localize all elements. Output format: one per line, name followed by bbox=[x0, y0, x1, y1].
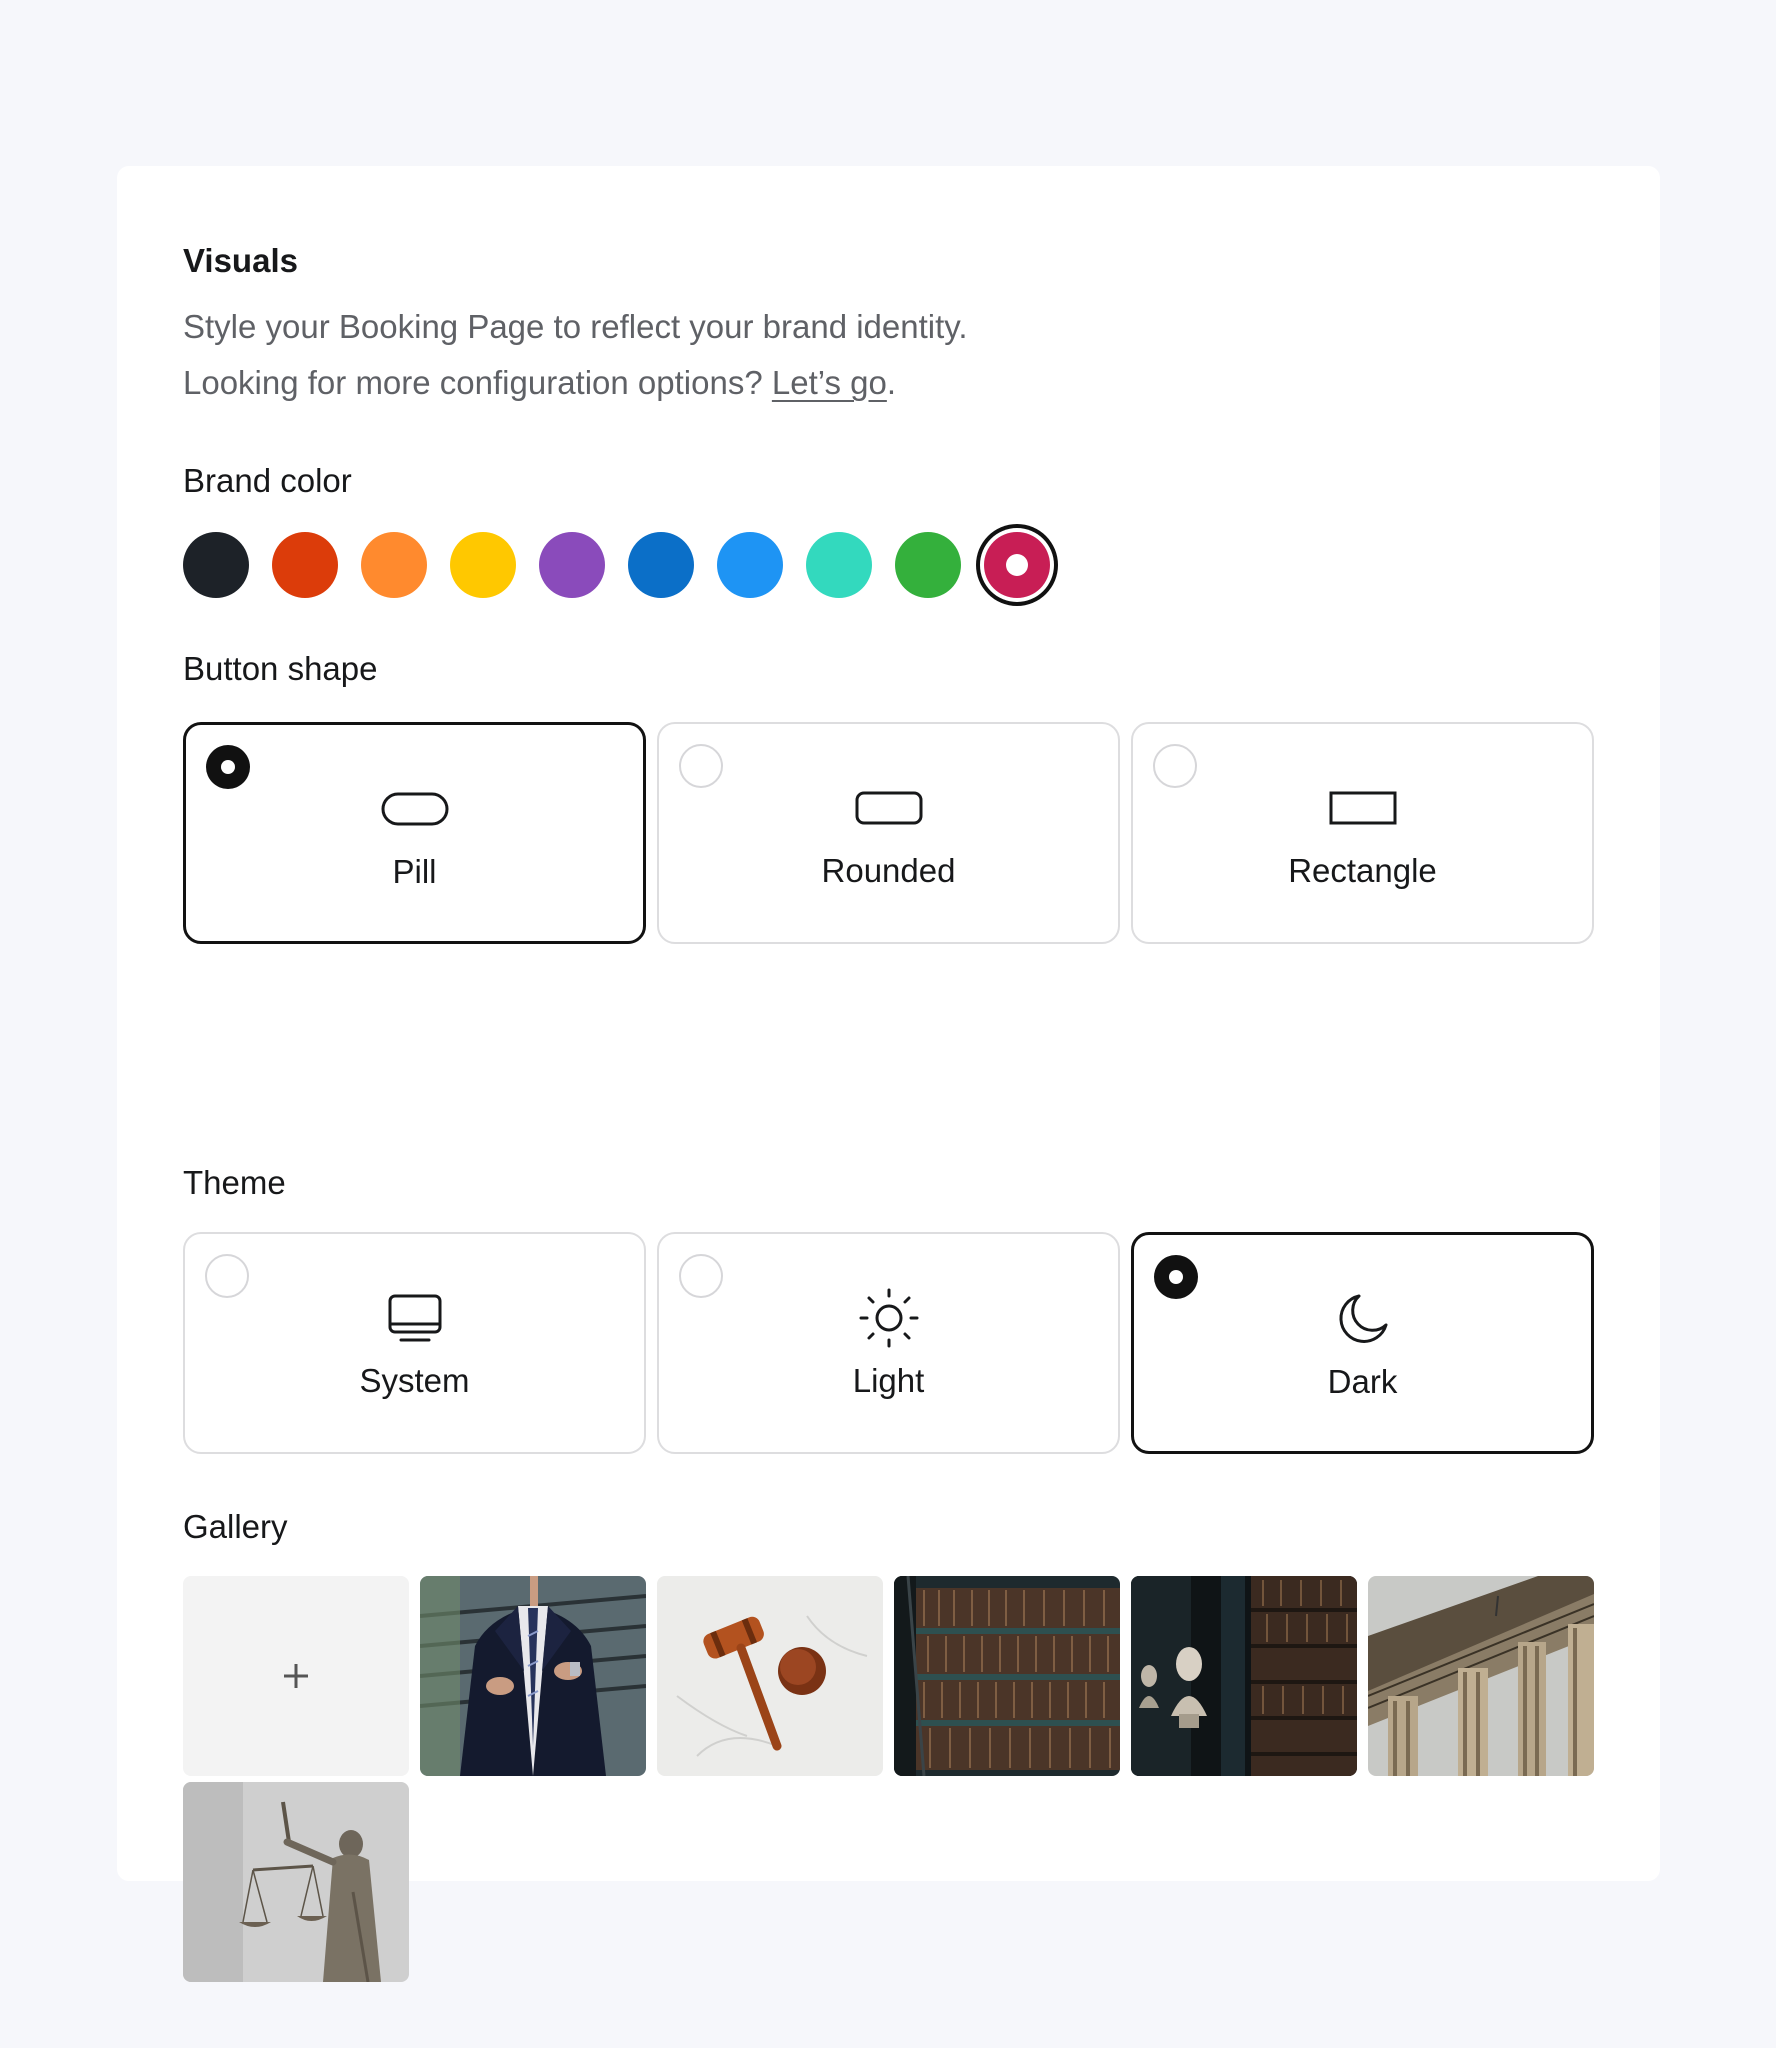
radio-button[interactable] bbox=[205, 1254, 249, 1298]
sun-icon bbox=[854, 1288, 924, 1348]
brand-color-swatches bbox=[183, 532, 1083, 598]
lady-justice-statue-photo[interactable] bbox=[183, 1782, 409, 1982]
section-heading: Visuals bbox=[183, 242, 298, 279]
theme-option-label: System bbox=[359, 1362, 470, 1399]
shape-option-label: Rectangle bbox=[1288, 852, 1437, 889]
plus-icon bbox=[281, 1661, 311, 1691]
theme-option-label: Light bbox=[852, 1362, 925, 1399]
shape-option-pill[interactable]: Pill bbox=[183, 722, 646, 944]
library-busts-photo[interactable] bbox=[1131, 1576, 1357, 1776]
color-swatch-black[interactable] bbox=[183, 532, 249, 598]
shape-option-rectangle[interactable]: Rectangle bbox=[1131, 722, 1594, 944]
theme-options: System Light Dark bbox=[183, 1232, 1594, 1454]
color-swatch-dark-blue[interactable] bbox=[628, 532, 694, 598]
brand-color-label: Brand color bbox=[183, 462, 352, 499]
color-swatch-yellow[interactable] bbox=[450, 532, 516, 598]
rectangle-shape-icon bbox=[1328, 780, 1398, 836]
color-swatch-purple[interactable] bbox=[539, 532, 605, 598]
radio-button[interactable] bbox=[679, 744, 723, 788]
theme-option-dark[interactable]: Dark bbox=[1131, 1232, 1594, 1454]
color-swatch-light-blue[interactable] bbox=[717, 532, 783, 598]
shape-option-label: Pill bbox=[392, 853, 437, 890]
theme-option-label: Dark bbox=[1327, 1363, 1398, 1400]
theme-option-light[interactable]: Light bbox=[657, 1232, 1120, 1454]
color-swatch-orange[interactable] bbox=[361, 532, 427, 598]
radio-button[interactable] bbox=[206, 745, 250, 789]
more-options-prefix: Looking for more configuration options? bbox=[183, 364, 772, 401]
courthouse-columns-photo[interactable] bbox=[1368, 1576, 1594, 1776]
shape-option-label: Rounded bbox=[821, 852, 956, 889]
radio-button[interactable] bbox=[679, 1254, 723, 1298]
theme-option-system[interactable]: System bbox=[183, 1232, 646, 1454]
moon-icon bbox=[1328, 1291, 1398, 1347]
color-swatch-red[interactable] bbox=[272, 532, 338, 598]
gavel-on-marble-photo[interactable] bbox=[657, 1576, 883, 1776]
visuals-settings-card: Visuals Style your Booking Page to refle… bbox=[117, 166, 1660, 1982]
radio-button[interactable] bbox=[1154, 1255, 1198, 1299]
button-shape-options: Pill Rounded Rectangle bbox=[183, 722, 1594, 944]
library-bookshelves-photo[interactable] bbox=[894, 1576, 1120, 1776]
button-shape-label: Button shape bbox=[183, 650, 378, 687]
color-swatch-teal[interactable] bbox=[806, 532, 872, 598]
businessman-in-suit-photo[interactable] bbox=[420, 1576, 646, 1776]
color-swatch-crimson[interactable] bbox=[984, 532, 1050, 598]
more-options-text: Looking for more configuration options? … bbox=[183, 364, 896, 402]
more-options-suffix: . bbox=[886, 364, 897, 401]
pill-shape-icon bbox=[380, 781, 450, 837]
theme-label: Theme bbox=[183, 1164, 286, 1201]
section-description: Style your Booking Page to reflect your … bbox=[183, 308, 968, 345]
rounded-shape-icon bbox=[854, 780, 924, 836]
color-swatch-green[interactable] bbox=[895, 532, 961, 598]
gallery-label: Gallery bbox=[183, 1508, 288, 1545]
add-image-button[interactable] bbox=[183, 1576, 409, 1776]
lets-go-link[interactable]: Let’s go bbox=[772, 364, 887, 401]
radio-button[interactable] bbox=[1153, 744, 1197, 788]
shape-option-rounded[interactable]: Rounded bbox=[657, 722, 1120, 944]
monitor-icon bbox=[380, 1290, 450, 1346]
